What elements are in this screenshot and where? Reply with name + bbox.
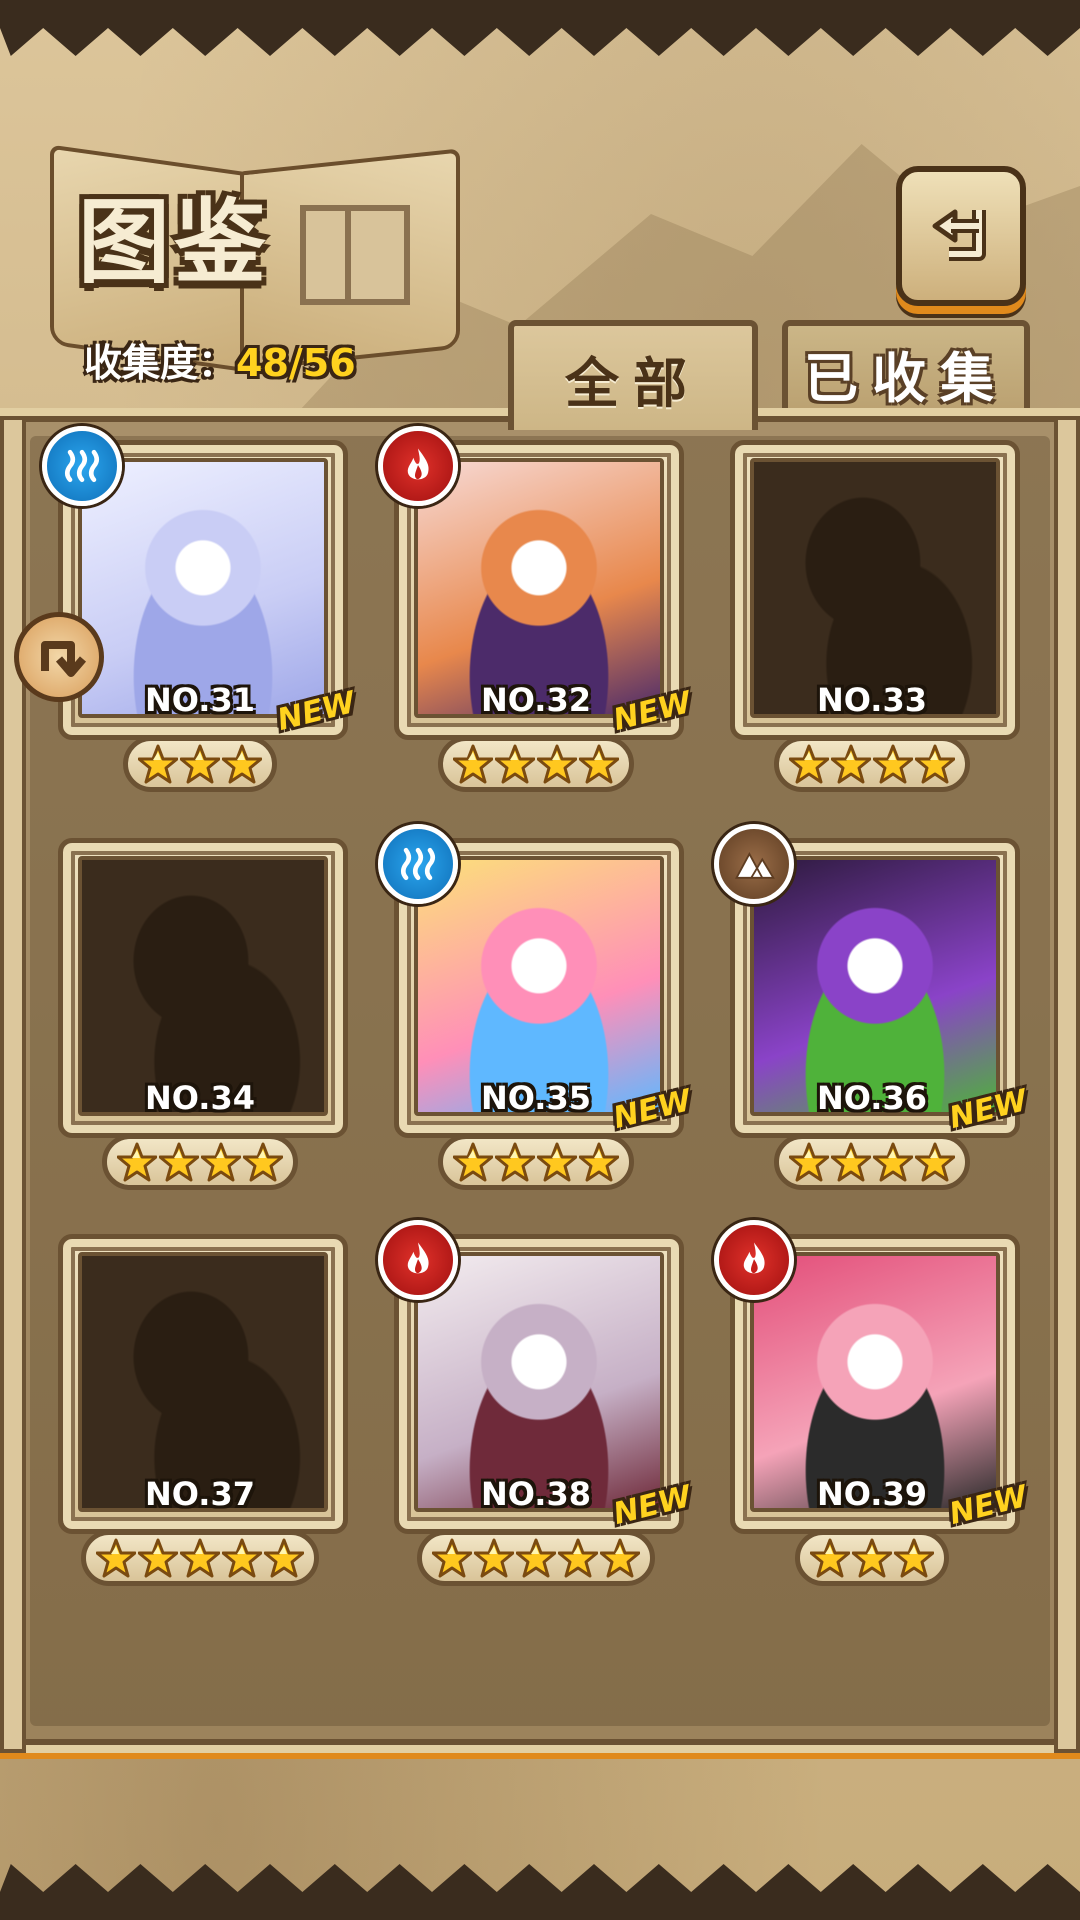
monster-card[interactable]: NO.38 NEW: [378, 1220, 695, 1586]
star-rating: [81, 1530, 319, 1586]
star-icon: [578, 1142, 620, 1182]
monster-card[interactable]: NO.34: [50, 834, 350, 1190]
fire-element-icon: [378, 1220, 458, 1300]
star-icon: [137, 744, 179, 784]
star-rating: [795, 1530, 949, 1586]
water-element-icon: [42, 426, 122, 506]
star-icon: [452, 744, 494, 784]
star-icon: [431, 1538, 473, 1578]
card-number: NO.33: [817, 681, 927, 719]
star-icon: [914, 744, 956, 784]
star-icon: [263, 1538, 305, 1578]
monster-card[interactable]: NO.35 NEW: [378, 824, 695, 1190]
star-icon: [872, 744, 914, 784]
star-icon: [200, 1142, 242, 1182]
star-icon: [221, 744, 263, 784]
star-rating: [417, 1530, 655, 1586]
star-icon: [158, 1142, 200, 1182]
swap-arrow-icon: [41, 641, 87, 677]
star-icon: [95, 1538, 137, 1578]
star-icon: [452, 1142, 494, 1182]
star-icon: [221, 1538, 263, 1578]
monster-portrait: [750, 1252, 1000, 1512]
star-rating: [438, 1134, 634, 1190]
monster-card[interactable]: NO.31 NEW: [42, 426, 359, 792]
star-icon: [536, 1142, 578, 1182]
bestiary-screen: 图鉴 收集度：48/56 全部 已收集 NO.31 NEW NO.32 NEW NO.3…: [0, 0, 1080, 1920]
monster-portrait: [414, 1252, 664, 1512]
star-rating: [438, 736, 634, 792]
star-icon: [788, 744, 830, 784]
star-icon: [494, 1142, 536, 1182]
star-icon: [179, 1538, 221, 1578]
star-icon: [494, 744, 536, 784]
star-rating: [774, 1134, 970, 1190]
page-title: 图鉴: [78, 188, 271, 296]
monster-card[interactable]: NO.32 NEW: [378, 426, 695, 792]
collection-label: 收集度：: [84, 341, 237, 385]
card-grid: NO.31 NEW NO.32 NEW NO.33 NO.34 NO.35 NEW NO.36 N…: [30, 426, 1050, 1726]
star-icon: [515, 1538, 557, 1578]
monster-card[interactable]: NO.36 NEW: [714, 824, 1031, 1190]
star-icon: [830, 1142, 872, 1182]
star-icon: [578, 744, 620, 784]
monster-portrait: [414, 856, 664, 1116]
star-icon: [179, 744, 221, 784]
water-element-icon: [378, 824, 458, 904]
book-grid-drawing: [300, 205, 410, 305]
star-icon: [599, 1538, 641, 1578]
star-rating: [102, 1134, 298, 1190]
card-number: NO.34: [145, 1079, 255, 1117]
star-icon: [242, 1142, 284, 1182]
bottom-border: [0, 1864, 1080, 1920]
card-number: NO.37: [145, 1475, 255, 1513]
star-rating: [123, 736, 277, 792]
locked-silhouette: [750, 458, 1000, 718]
star-icon: [809, 1538, 851, 1578]
tab-all[interactable]: 全部: [508, 320, 758, 430]
monster-card[interactable]: NO.39 NEW: [714, 1220, 1031, 1586]
star-icon: [557, 1538, 599, 1578]
star-icon: [788, 1142, 830, 1182]
monster-portrait: [750, 856, 1000, 1116]
monster-card[interactable]: NO.33: [722, 436, 1022, 792]
back-arrow-icon: [932, 209, 986, 261]
collection-progress: 收集度：48/56: [84, 332, 356, 387]
monster-portrait: [414, 458, 664, 718]
monster-portrait: [78, 458, 328, 718]
tab-collected[interactable]: 已收集: [782, 320, 1030, 420]
star-icon: [830, 744, 872, 784]
monster-card[interactable]: NO.37: [50, 1230, 350, 1586]
star-icon: [116, 1142, 158, 1182]
star-icon: [137, 1538, 179, 1578]
earth-element-icon: [714, 824, 794, 904]
swap-arrow-button[interactable]: [14, 612, 104, 702]
collection-value: 48/56: [236, 341, 356, 385]
star-icon: [851, 1538, 893, 1578]
top-border: [0, 0, 1080, 56]
back-button[interactable]: [896, 166, 1026, 306]
card-panel: NO.31 NEW NO.32 NEW NO.33 NO.34 NO.35 NEW NO.36 N…: [0, 408, 1080, 1753]
fire-element-icon: [714, 1220, 794, 1300]
fire-element-icon: [378, 426, 458, 506]
star-icon: [893, 1538, 935, 1578]
star-icon: [914, 1142, 956, 1182]
locked-silhouette: [78, 1252, 328, 1512]
star-rating: [774, 736, 970, 792]
locked-silhouette: [78, 856, 328, 1116]
star-icon: [536, 744, 578, 784]
star-icon: [473, 1538, 515, 1578]
star-icon: [872, 1142, 914, 1182]
